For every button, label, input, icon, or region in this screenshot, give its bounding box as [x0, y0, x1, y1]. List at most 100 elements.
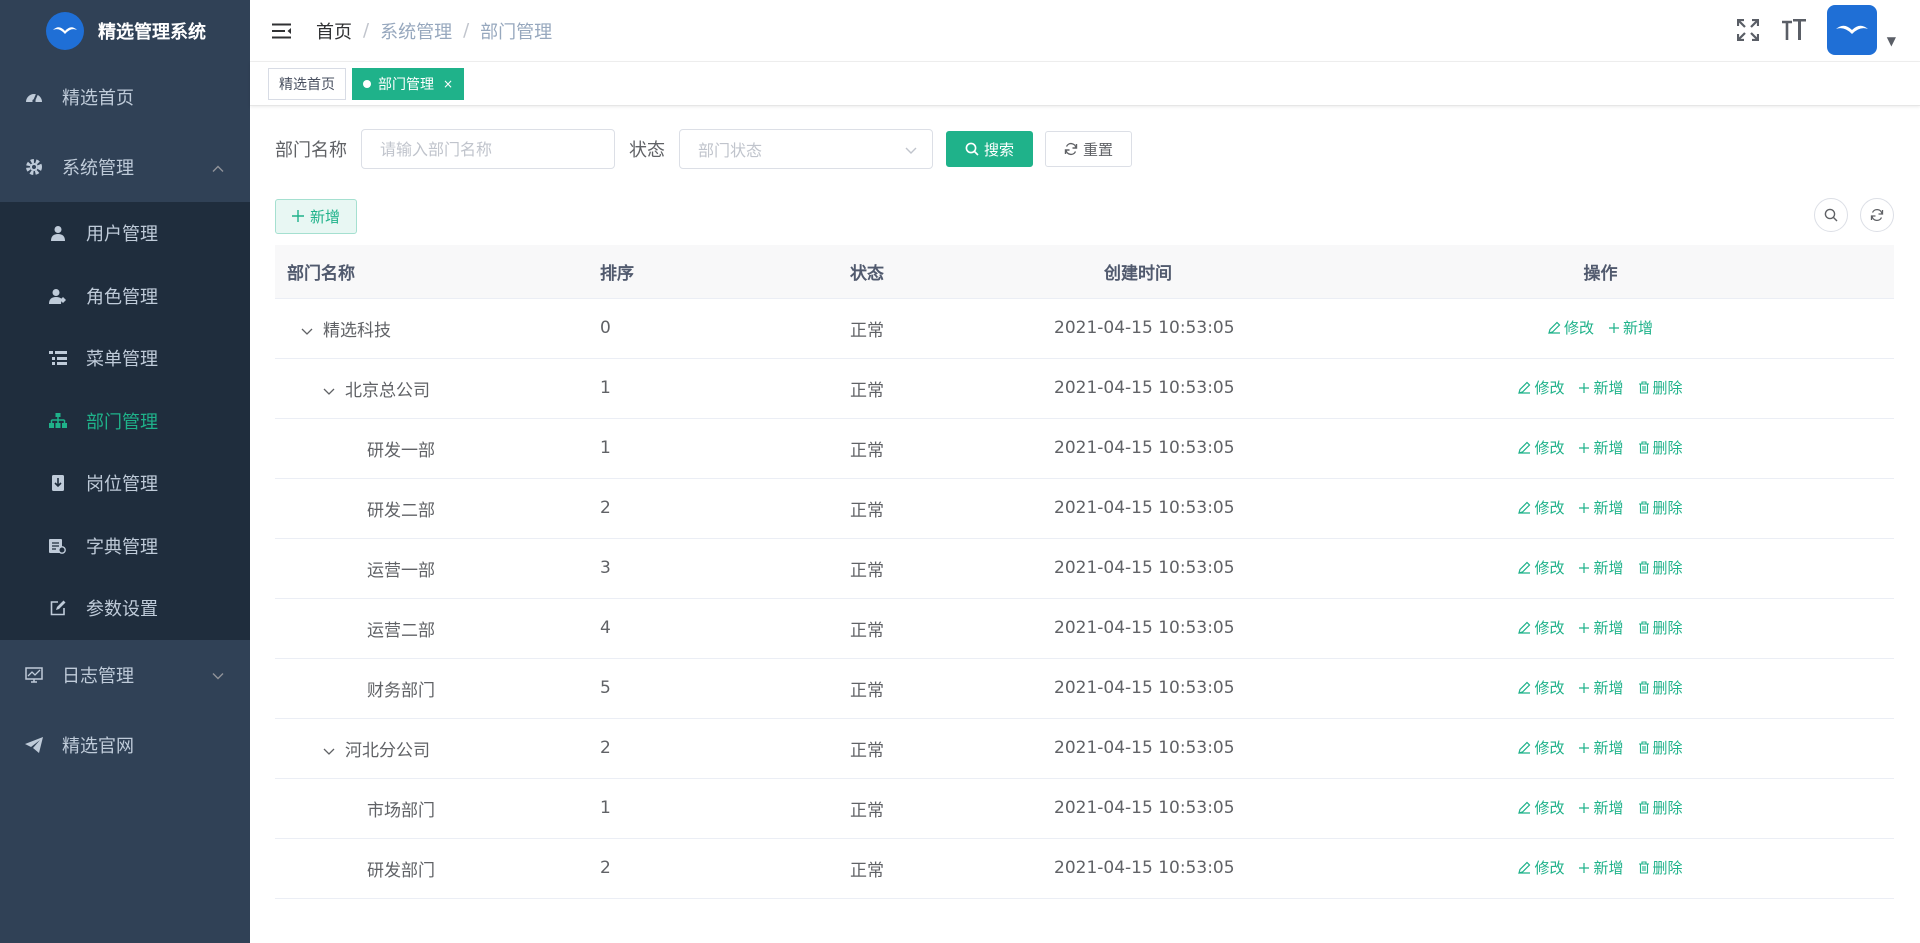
- delete-button[interactable]: 删除: [1638, 557, 1683, 578]
- sidebar-item-website[interactable]: 精选官网: [0, 710, 250, 780]
- avatar[interactable]: [1826, 5, 1877, 55]
- header-created: 创建时间: [1054, 245, 1307, 299]
- reset-button[interactable]: 重置: [1045, 131, 1133, 167]
- edit-button[interactable]: 修改: [1518, 797, 1564, 818]
- breadcrumb-home[interactable]: 首页: [316, 18, 352, 44]
- cell-created: 2021-04-15 10:53:05: [1054, 538, 1307, 599]
- chevron-down-icon[interactable]: [323, 745, 337, 759]
- toggle-search-button[interactable]: [1814, 198, 1848, 232]
- add-child-button[interactable]: 新增: [1578, 437, 1624, 458]
- sidebar-item-settings[interactable]: 参数设置: [0, 577, 250, 640]
- edit-label: 修改: [1534, 679, 1565, 697]
- chevron-down-icon: [212, 664, 224, 685]
- cell-created: 2021-04-15 10:53:05: [1054, 598, 1307, 659]
- reset-button-label: 重置: [1083, 140, 1114, 159]
- delete-button[interactable]: 删除: [1638, 497, 1683, 518]
- sidebar-item-home[interactable]: 精选首页: [0, 62, 250, 132]
- delete-button[interactable]: 删除: [1638, 437, 1683, 458]
- delete-button[interactable]: 删除: [1638, 797, 1683, 818]
- edit-button[interactable]: 修改: [1518, 377, 1564, 398]
- cell-sort: 2: [600, 838, 850, 899]
- caret-down-icon[interactable]: ▼: [1887, 34, 1896, 48]
- add-child-button[interactable]: 新增: [1578, 737, 1624, 758]
- add-child-button[interactable]: 新增: [1608, 317, 1653, 338]
- dept-name: 精选科技: [323, 320, 391, 341]
- sidebar-item-menus[interactable]: 菜单管理: [0, 327, 250, 390]
- add-child-button[interactable]: 新增: [1578, 797, 1624, 818]
- tag-departments[interactable]: 部门管理 ×: [352, 67, 465, 100]
- chevron-down-icon[interactable]: [301, 325, 315, 339]
- hamburger-icon[interactable]: [270, 19, 294, 43]
- table-row: 运营二部 4 正常 2021-04-15 10:53:05 修改 新增 删除: [275, 598, 1894, 659]
- delete-button[interactable]: 删除: [1638, 857, 1683, 878]
- cell-actions: 修改 新增 删除: [1307, 658, 1894, 719]
- font-size-icon[interactable]: [1781, 17, 1807, 43]
- chevron-down-icon[interactable]: [323, 385, 337, 399]
- sidebar-item-users[interactable]: 用户管理: [0, 202, 250, 265]
- sidebar-item-posts[interactable]: 岗位管理: [0, 452, 250, 515]
- edit-label: 修改: [1534, 859, 1565, 877]
- cell-sort: 3: [600, 538, 850, 599]
- sidebar-item-departments[interactable]: 部门管理: [0, 390, 250, 453]
- navbar: 首页 / 系统管理 / 部门管理 ▼: [250, 0, 1920, 62]
- dictionary-icon: [48, 536, 68, 556]
- edit-button[interactable]: 修改: [1548, 317, 1594, 338]
- logo-bird-icon: [46, 12, 84, 50]
- edit-button[interactable]: 修改: [1518, 617, 1564, 638]
- refresh-button[interactable]: [1860, 198, 1894, 232]
- cell-dept-name: 运营二部: [275, 598, 600, 659]
- add-child-button[interactable]: 新增: [1578, 857, 1624, 878]
- cell-dept-name: 精选科技: [275, 298, 600, 359]
- add-child-button[interactable]: 新增: [1578, 377, 1624, 398]
- search-button[interactable]: 搜索: [946, 131, 1034, 167]
- page-content: 部门名称 状态 部门状态 搜索 重置: [250, 129, 1920, 899]
- cell-sort: 2: [600, 718, 850, 779]
- add-label: 新增: [1593, 439, 1624, 457]
- cell-status: 正常: [850, 538, 1054, 599]
- cell-sort: 1: [600, 418, 850, 479]
- sidebar-item-system[interactable]: 系统管理: [0, 132, 250, 202]
- tree-table-icon: [48, 348, 68, 368]
- tag-home[interactable]: 精选首页: [268, 67, 346, 100]
- sidebar-item-label: 系统管理: [62, 158, 134, 179]
- edit-button[interactable]: 修改: [1518, 497, 1564, 518]
- sidebar-item-roles[interactable]: 角色管理: [0, 265, 250, 328]
- org-tree-icon: [48, 411, 68, 431]
- cell-actions: 修改 新增 删除: [1307, 478, 1894, 539]
- submenu-system: 用户管理 角色管理 菜单管理 部门管理 岗位管理 字典管理 参数设置: [0, 202, 250, 640]
- cell-sort: 0: [600, 298, 850, 359]
- add-child-button[interactable]: 新增: [1578, 557, 1624, 578]
- dept-name: 研发部门: [367, 860, 435, 881]
- tag-label: 精选首页: [279, 76, 335, 93]
- add-child-button[interactable]: 新增: [1578, 617, 1624, 638]
- cell-actions: 修改 新增 删除: [1307, 838, 1894, 899]
- status-select[interactable]: 部门状态: [679, 129, 933, 169]
- sidebar-item-logs[interactable]: 日志管理: [0, 640, 250, 710]
- add-child-button[interactable]: 新增: [1578, 677, 1624, 698]
- delete-label: 删除: [1652, 379, 1683, 397]
- add-label: 新增: [1593, 799, 1624, 817]
- add-child-button[interactable]: 新增: [1578, 497, 1624, 518]
- table-toolbar: 新增: [275, 198, 1894, 234]
- edit-button[interactable]: 修改: [1518, 737, 1564, 758]
- user-icon: [48, 223, 68, 243]
- edit-label: 修改: [1534, 559, 1565, 577]
- fullscreen-icon[interactable]: [1735, 17, 1761, 43]
- edit-button[interactable]: 修改: [1518, 857, 1564, 878]
- edit-button[interactable]: 修改: [1518, 437, 1564, 458]
- delete-button[interactable]: 删除: [1638, 737, 1683, 758]
- logo[interactable]: 精选管理系统: [0, 0, 250, 62]
- add-button[interactable]: 新增: [275, 198, 358, 234]
- dept-name-input[interactable]: [361, 129, 615, 169]
- edit-button[interactable]: 修改: [1518, 557, 1564, 578]
- add-button-label: 新增: [310, 207, 341, 226]
- delete-button[interactable]: 删除: [1638, 677, 1683, 698]
- delete-button[interactable]: 删除: [1638, 617, 1683, 638]
- cell-actions: 修改 新增 删除: [1307, 418, 1894, 479]
- close-icon[interactable]: ×: [443, 77, 453, 91]
- dept-name: 研发二部: [367, 500, 435, 521]
- sidebar-item-dictionary[interactable]: 字典管理: [0, 515, 250, 578]
- edit-button[interactable]: 修改: [1518, 677, 1564, 698]
- monitor-icon: [24, 665, 44, 685]
- delete-button[interactable]: 删除: [1638, 377, 1683, 398]
